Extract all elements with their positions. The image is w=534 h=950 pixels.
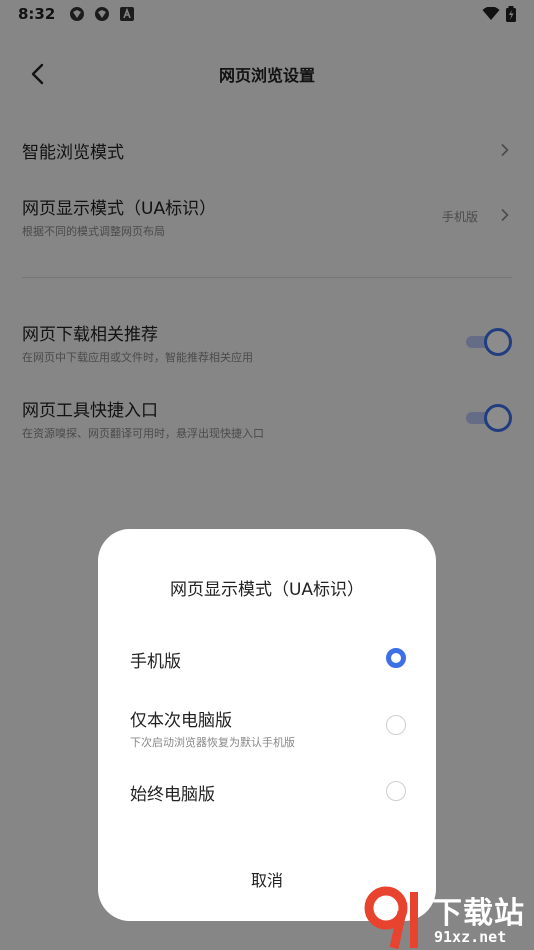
site-watermark: 下载站 91xz.net (362, 886, 534, 950)
option-label: 仅本次电脑版 (130, 711, 232, 731)
watermark-url: 91xz.net (434, 928, 507, 946)
watermark-logo-icon (364, 886, 418, 949)
option-desktop-always[interactable]: 始终电脑版 (130, 780, 406, 805)
watermark-text: 下载站 (432, 896, 525, 931)
option-label: 始终电脑版 (130, 785, 215, 805)
option-description: 下次启动浏览器恢复为默认手机版 (130, 736, 295, 749)
option-label: 手机版 (130, 652, 181, 672)
option-mobile[interactable]: 手机版 (130, 647, 406, 672)
radio-unselected-icon[interactable] (386, 715, 406, 735)
dialog-title: 网页显示模式（UA标识） (169, 580, 365, 600)
radio-unselected-icon[interactable] (386, 781, 406, 801)
option-desktop-once[interactable]: 仅本次电脑版 下次启动浏览器恢复为默认手机版 (130, 706, 406, 749)
ua-mode-dialog: 网页显示模式（UA标识） 手机版 仅本次电脑版 下次启动浏览器恢复为默认手机版 … (98, 529, 436, 921)
radio-selected-icon[interactable] (386, 648, 406, 668)
